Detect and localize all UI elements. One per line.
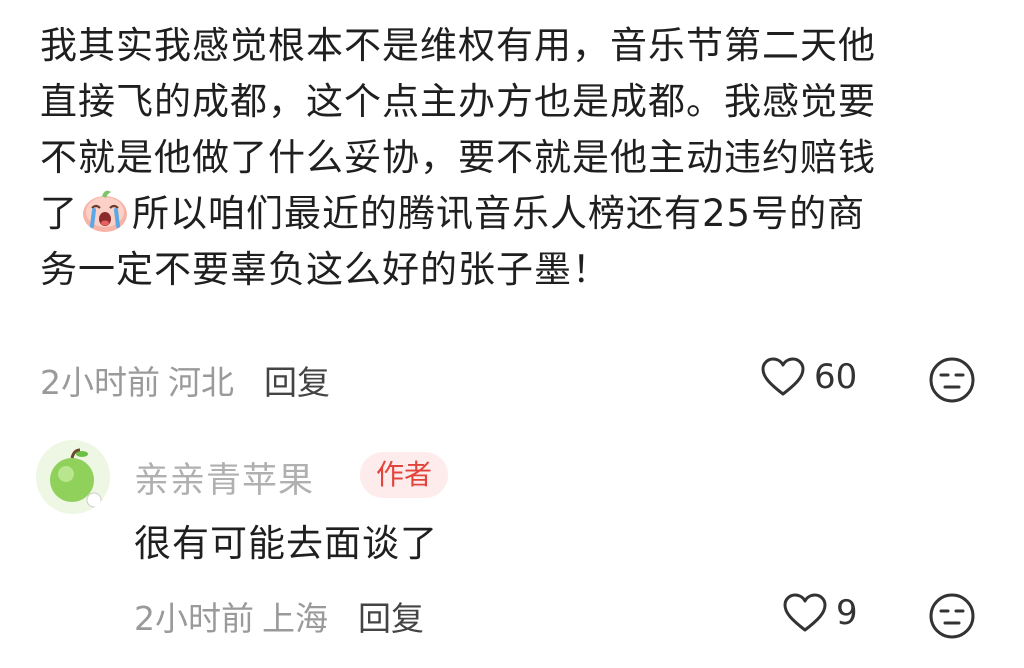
comment-line-end: 所以咱们最近的腾讯音乐人榜还有25号的商 [132,192,866,235]
comment-line: 直接飞的成都，这个点主办方也是成都。我感觉要 [40,80,876,123]
reply-time: 2小时前 [134,599,254,638]
heart-icon [761,357,805,396]
comment-line: 不就是他做了什么妥协，要不就是他主动违约赔钱 [40,136,876,179]
green-apple-avatar-icon [36,440,110,514]
reply-meta: 2小时前 上海 回复 [134,592,424,640]
avatar[interactable] [36,440,110,514]
comment-location: 河北 [168,363,234,402]
comment-line-start: 了 [40,192,78,235]
comment-time: 2小时前 [40,363,160,402]
reply-location: 上海 [262,599,328,638]
comment-meta: 2小时前 河北 回复 [40,356,330,404]
heart-icon [783,593,827,632]
username[interactable]: 亲亲青苹果 [134,452,314,503]
comment-line: 我其实我感觉根本不是维权有用，音乐节第二天他 [40,24,876,67]
comment-text: 我其实我感觉根本不是维权有用，音乐节第二天他 直接飞的成都，这个点主办方也是成都… [40,18,970,298]
reply-text: 很有可能去面谈了 [134,522,438,565]
reply-button[interactable]: 回复 [358,592,424,640]
like-count: 60 [814,357,858,397]
like-button[interactable]: 60 [760,356,857,398]
reply-button[interactable]: 回复 [264,356,330,404]
like-count: 9 [836,593,858,633]
like-button[interactable]: 9 [782,592,858,634]
crying-emoji-icon [83,190,127,232]
dislike-icon[interactable] [928,592,976,640]
comment-line: 了 所以咱们最近的腾讯音乐人榜还有25号的商 [40,186,970,242]
comment-line: 务一定不要辜负这么好的张子墨！ [40,248,610,291]
author-badge: 作者 [360,452,449,498]
dislike-icon[interactable] [928,356,976,404]
